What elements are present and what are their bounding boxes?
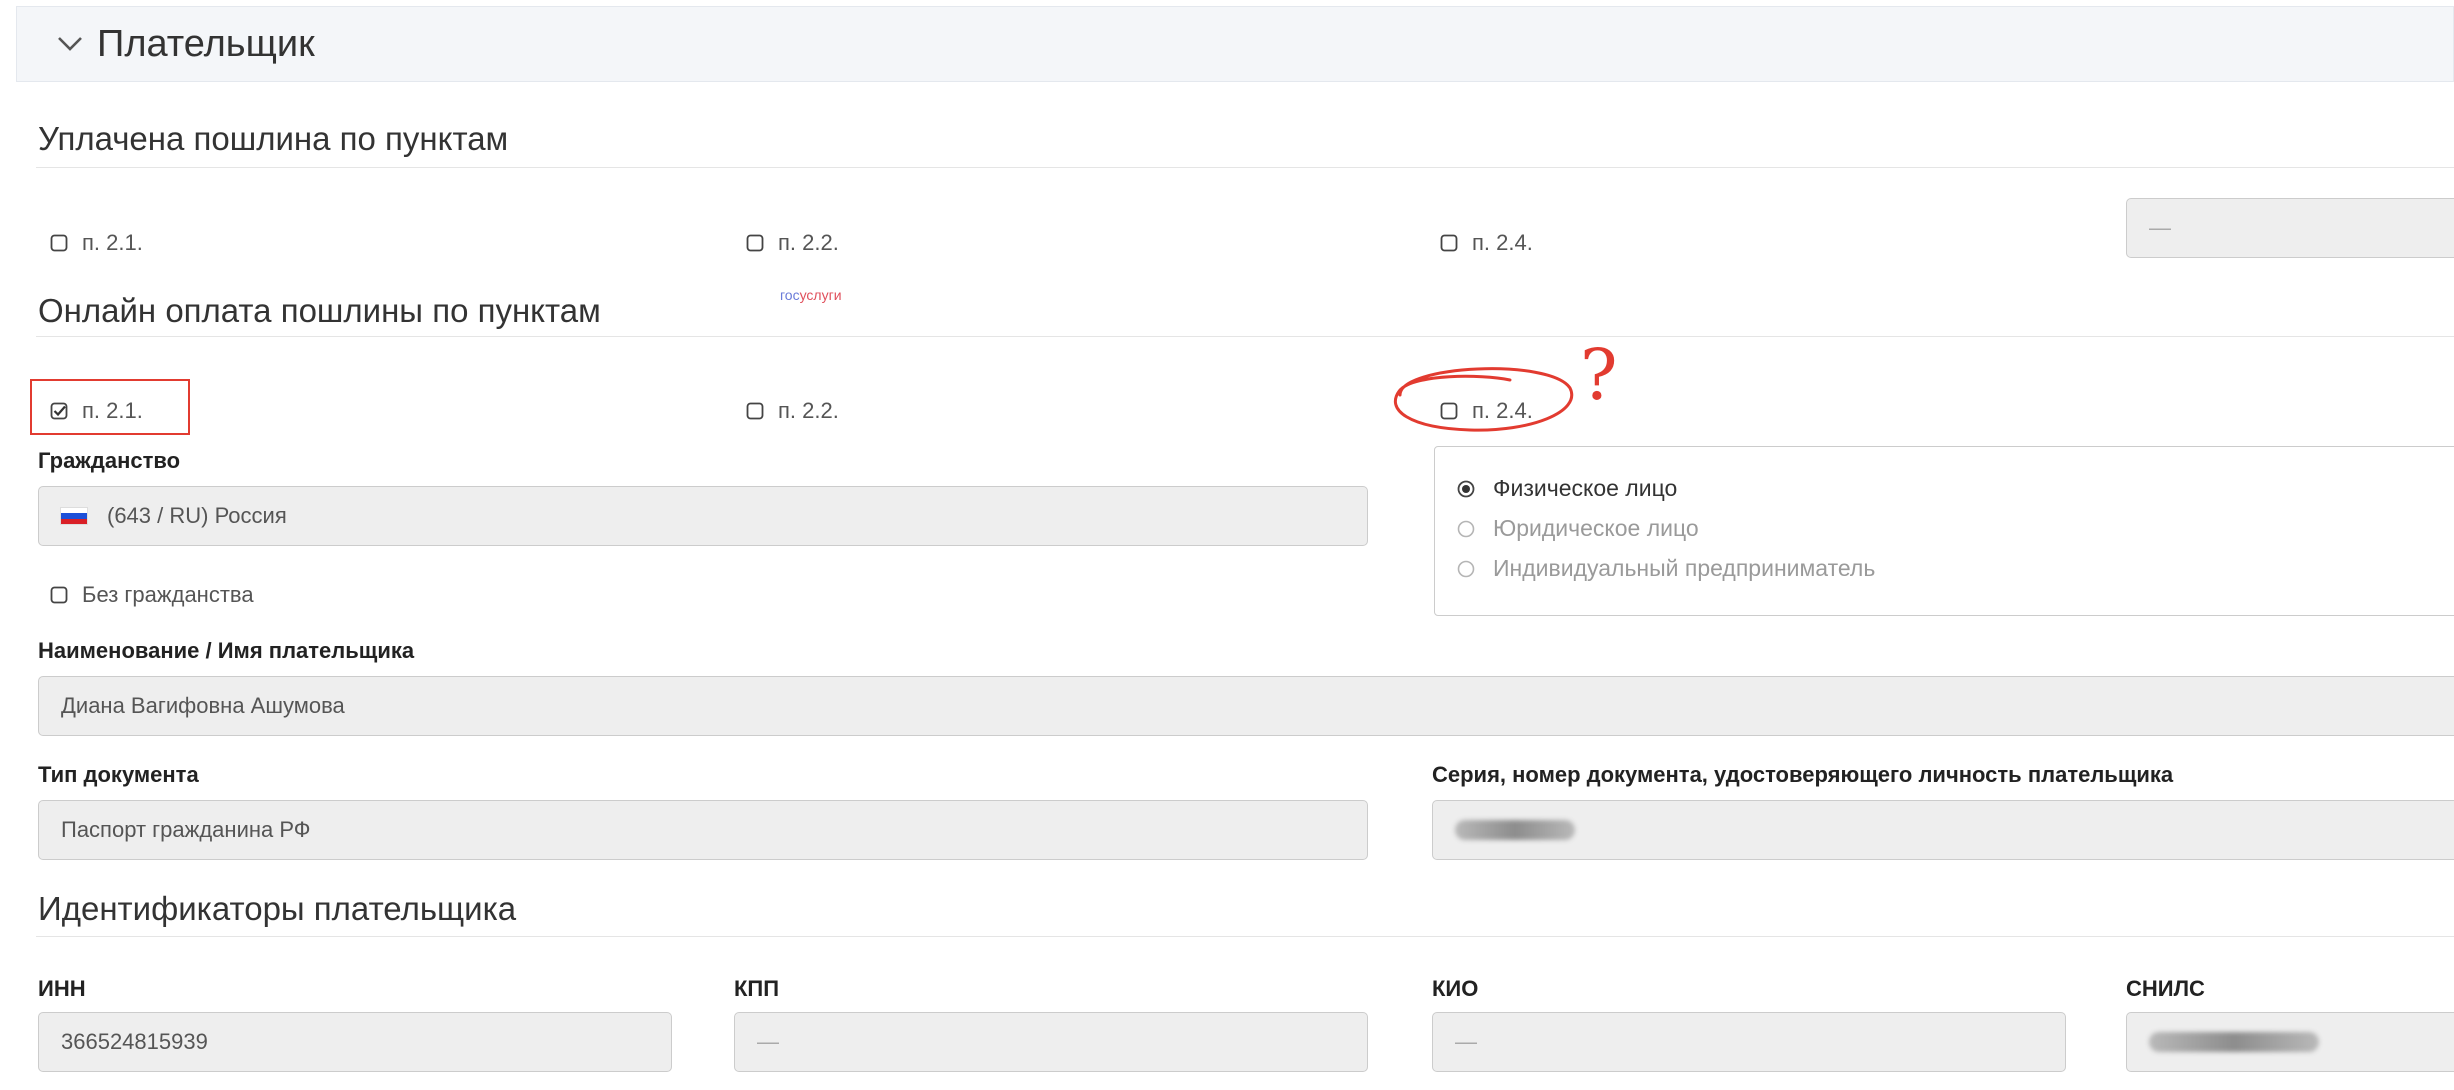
document-number-field[interactable] [1432,800,2454,860]
checkbox-label: п. 2.1. [82,230,143,255]
checkbox-label: п. 2.4. [1472,230,1533,255]
citizenship-value: (643 / RU) Россия [107,503,287,528]
select-value: — [2149,215,2171,240]
checkbox-label: п. 2.2. [778,398,839,423]
online-section-title: Онлайн оплата пошлины по пунктам [38,292,601,329]
payer-panel-header[interactable]: Плательщик [16,6,2454,82]
checkbox-icon[interactable] [50,234,68,252]
radio-selected-icon[interactable] [1457,480,1475,498]
radio-label: Индивидуальный предприниматель [1493,555,1876,581]
checkbox-icon[interactable] [1440,234,1458,252]
annotation-highlight-box [30,379,190,435]
divider [36,936,2454,937]
payer-type-group: Физическое лицо Юридическое лицо Индивид… [1434,446,2454,616]
identifiers-section-title: Идентификаторы плательщика [38,890,517,927]
inn-label: ИНН [38,976,86,1001]
radio-label: Юридическое лицо [1493,515,1699,541]
document-type-field[interactable]: Паспорт гражданина РФ [38,800,1368,860]
radio-legal-entity[interactable]: Юридическое лицо [1457,515,1699,542]
checkbox-icon[interactable] [746,402,764,420]
document-type-label: Тип документа [38,762,199,787]
radio-icon[interactable] [1457,520,1475,538]
redacted-value [2149,1032,2319,1052]
paid-item-2-1[interactable]: п. 2.1. [50,230,143,256]
radio-entrepreneur[interactable]: Индивидуальный предприниматель [1457,555,1875,582]
payer-name-field[interactable]: Диана Вагифовна Ашумова [38,676,2454,736]
redacted-value [1455,820,1575,840]
checkbox-icon[interactable] [50,586,68,604]
kio-field[interactable]: — [1432,1012,2066,1072]
payer-name-value: Диана Вагифовна Ашумова [61,693,345,718]
divider [36,336,2454,337]
panel-title: Плательщик [97,22,315,65]
checkbox-icon[interactable] [746,234,764,252]
document-number-label: Серия, номер документа, удостоверяющего … [1432,762,2174,787]
annotation-question-mark: ? [1580,334,1618,416]
kio-label: КИО [1432,976,1479,1001]
paid-item-2-4[interactable]: п. 2.4. [1440,230,1533,256]
checkbox-label: п. 2.2. [778,230,839,255]
radio-individual[interactable]: Физическое лицо [1457,475,1677,502]
citizenship-field[interactable]: (643 / RU) Россия [38,486,1368,546]
chevron-down-icon[interactable] [57,36,83,52]
kpp-field[interactable]: — [734,1012,1368,1072]
snils-field[interactable] [2126,1012,2454,1072]
inn-value: 366524815939 [61,1029,208,1054]
paid-extra-select[interactable]: — [2126,198,2454,258]
document-type-value: Паспорт гражданина РФ [61,817,311,842]
kio-value: — [1455,1029,1477,1054]
divider [36,167,2454,168]
snils-label: СНИЛС [2126,976,2205,1001]
radio-icon[interactable] [1457,560,1475,578]
payer-name-label: Наименование / Имя плательщика [38,638,415,663]
paid-section-title: Уплачена пошлина по пунктам [38,120,509,157]
russia-flag-icon [61,508,87,524]
gosuslugi-logo: госуслуги [780,287,842,303]
online-item-2-2[interactable]: п. 2.2. [746,398,839,424]
paid-item-2-2[interactable]: п. 2.2. [746,230,839,256]
no-citizenship-checkbox[interactable]: Без гражданства [50,582,254,608]
inn-field[interactable]: 366524815939 [38,1012,672,1072]
kpp-value: — [757,1029,779,1054]
citizenship-label: Гражданство [38,448,181,473]
radio-label: Физическое лицо [1493,475,1678,501]
checkbox-label: Без гражданства [82,582,254,607]
kpp-label: КПП [734,976,780,1001]
